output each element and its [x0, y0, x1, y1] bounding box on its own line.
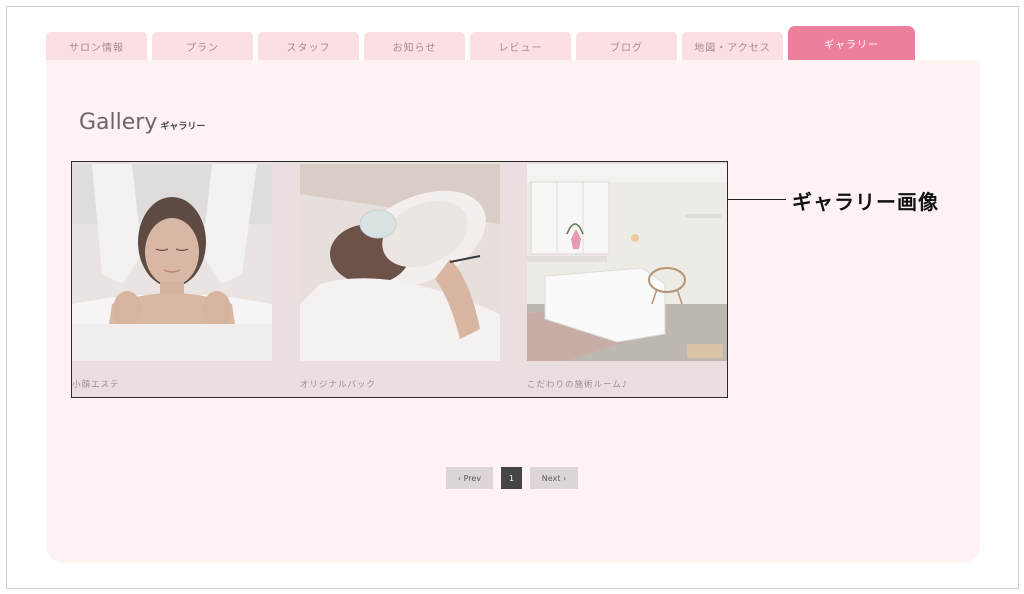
gallery-caption: オリジナルパック [300, 380, 377, 390]
gallery-image-face-pack[interactable] [300, 164, 500, 361]
tab-staff[interactable]: スタッフ [258, 32, 359, 60]
prev-page-button[interactable]: ‹ Prev [446, 467, 493, 489]
annotation-label: ギャラリー画像 [792, 190, 939, 214]
gallery-grid: 小顔エステ オリジナルパック こだわりの施術ルーム♪ [71, 161, 728, 398]
gallery-image-treatment-room[interactable] [527, 164, 727, 361]
page-title: Gallery ギャラリー [79, 110, 205, 135]
page-title-ja: ギャラリー [160, 122, 206, 132]
tab-review[interactable]: レビュー [470, 32, 571, 60]
page-title-en: Gallery [79, 110, 158, 135]
annotation-line [728, 199, 786, 200]
gallery-caption: こだわりの施術ルーム♪ [527, 380, 629, 390]
tab-map-access[interactable]: 地図・アクセス [682, 32, 783, 60]
gallery-item[interactable]: オリジナルパック [300, 164, 500, 390]
page-number-button[interactable]: 1 [501, 467, 522, 489]
tab-gallery[interactable]: ギャラリー [788, 26, 915, 66]
gallery-item[interactable]: こだわりの施術ルーム♪ [527, 164, 727, 390]
tab-salon-info[interactable]: サロン情報 [46, 32, 147, 60]
gallery-item[interactable]: 小顔エステ [72, 164, 272, 390]
gallery-caption: 小顔エステ [72, 380, 120, 390]
pagination: ‹ Prev 1 Next › [446, 467, 578, 489]
gallery-image-facial-massage[interactable] [72, 164, 272, 361]
tab-blog[interactable]: ブログ [576, 32, 677, 60]
next-page-button[interactable]: Next › [530, 467, 578, 489]
tab-plan[interactable]: プラン [152, 32, 253, 60]
tab-news[interactable]: お知らせ [364, 32, 465, 60]
